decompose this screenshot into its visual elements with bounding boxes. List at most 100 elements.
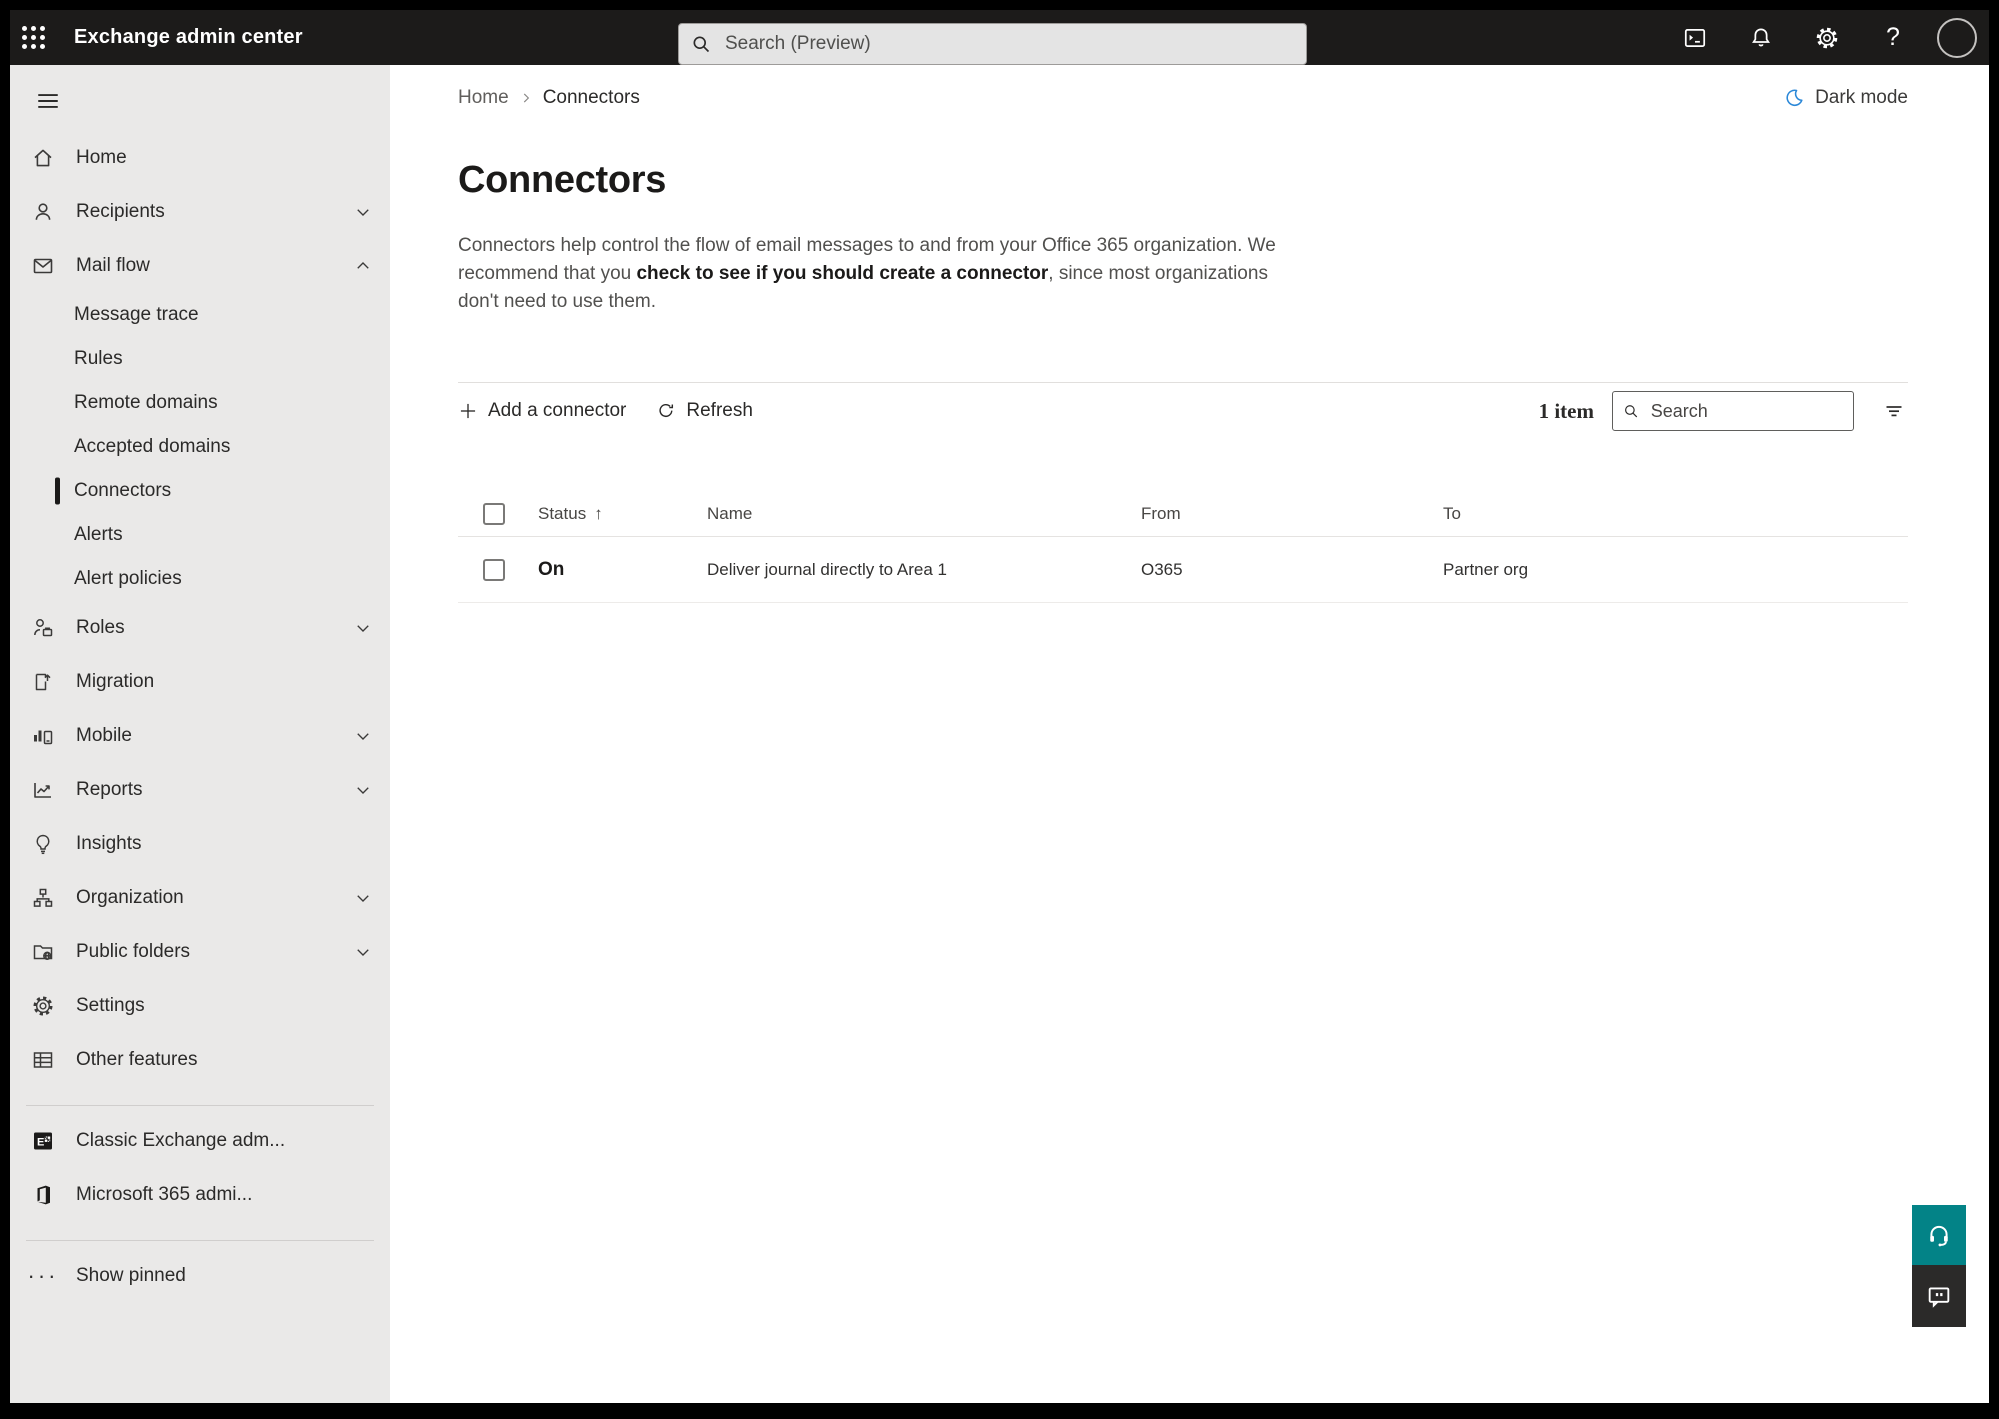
sidebar-item-mobile[interactable]: Mobile [10,709,390,763]
sidebar-item-public-folders[interactable]: Public folders [10,925,390,979]
chat-icon [1928,1287,1950,1308]
refresh-icon [659,403,674,417]
list-search-input[interactable] [1650,400,1843,422]
show-pinned-button[interactable]: ··· Show pinned [10,1249,390,1303]
sidebar-divider [26,1240,374,1241]
add-connector-button[interactable]: Add a connector [458,400,626,422]
terminal-icon [1684,28,1706,47]
row-to: Partner org [1443,559,1529,579]
dark-mode-toggle[interactable]: Dark mode [1783,87,1908,109]
breadcrumb-home-link[interactable]: Home [458,87,509,109]
bell-icon [1752,27,1770,46]
column-header-status[interactable]: Status [538,504,586,524]
row-checkbox[interactable] [483,558,505,581]
chevron-down-icon [354,889,372,907]
help-button[interactable]: ? [1871,16,1915,60]
breadcrumb-current: Connectors [542,87,640,108]
global-search-box[interactable] [678,23,1307,65]
sidebar-item-recipients[interactable]: Recipients [10,185,390,239]
mobile-icon [30,723,56,749]
ellipsis-icon: ··· [27,1263,59,1288]
app-launcher-button[interactable] [10,10,56,65]
row-from: O365 [1141,559,1183,579]
sidebar-item-classic-exchange[interactable]: E Classic Exchange adm... [10,1114,390,1168]
sidebar-item-reports[interactable]: Reports [10,763,390,817]
list-search-box[interactable] [1612,391,1854,431]
svg-text:E: E [37,1137,44,1149]
sidebar-item-home[interactable]: Home [10,131,390,185]
hamburger-icon [38,94,58,108]
roles-icon [30,615,56,641]
page-description: Connectors help control the flow of emai… [458,232,1303,316]
row-status: On [538,558,565,580]
migration-icon [30,669,56,695]
column-header-to[interactable]: To [1443,504,1908,524]
connectors-table: Status ↑ Name From To On Deliver journal… [458,491,1908,603]
sidebar-item-mail-flow[interactable]: Mail flow [10,239,390,293]
sidebar-item-organization[interactable]: Organization [10,871,390,925]
table-header-row: Status ↑ Name From To [458,491,1908,537]
filter-button[interactable] [1880,397,1908,425]
column-header-from[interactable]: From [1141,504,1443,524]
chevron-right-icon [519,91,533,105]
search-icon [693,36,710,53]
plus-icon [460,403,476,419]
global-search-input[interactable] [725,33,1294,55]
sidebar-subitem-alerts[interactable]: Alerts [10,513,390,557]
select-all-checkbox[interactable] [483,502,505,525]
org-chart-icon [30,885,56,911]
reports-icon [30,777,56,803]
sidebar-subitem-alert-policies[interactable]: Alert policies [10,557,390,601]
sidebar-item-insights[interactable]: Insights [10,817,390,871]
headset-icon [1930,1225,1948,1247]
list-toolbar: Add a connector Refresh 1 item [458,383,1908,439]
page-title: Connectors [458,159,667,201]
main-content: Home Connectors Dark mode Connectors Con… [390,65,1989,1403]
chevron-down-icon [354,619,372,637]
sidebar-subitem-connectors[interactable]: Connectors [10,469,390,513]
chevron-down-icon [354,203,372,221]
top-bar: Exchange admin center Search (Preview) ? [10,10,1989,65]
moon-icon [1786,89,1803,107]
sidebar-item-migration[interactable]: Migration [10,655,390,709]
nav-list: Home Recipients Mail flow Message trace … [10,131,390,1087]
refresh-button[interactable]: Refresh [656,400,753,422]
description-link[interactable]: check to see if you should create a conn… [636,263,1048,284]
exchange-logo-icon: E [30,1128,56,1154]
gear-icon [30,993,56,1019]
row-name: Deliver journal directly to Area 1 [707,559,948,579]
topbar-actions: ? [1673,10,1977,65]
sidebar-subitem-message-trace[interactable]: Message trace [10,293,390,337]
cloud-shell-button[interactable] [1673,16,1717,60]
chevron-up-icon [354,257,372,275]
search-icon [1625,405,1638,418]
lightbulb-icon [30,831,56,857]
sidebar-subitem-remote-domains[interactable]: Remote domains [10,381,390,425]
chevron-down-icon [354,781,372,799]
chevron-down-icon [354,727,372,745]
account-avatar[interactable] [1937,17,1977,58]
question-mark-icon: ? [1886,23,1900,51]
collapse-nav-button[interactable] [26,85,70,117]
sidebar-nav: Home Recipients Mail flow Message trace … [10,65,390,1403]
folder-globe-icon [30,939,56,965]
column-header-name[interactable]: Name [707,504,1141,524]
settings-button[interactable] [1805,16,1849,60]
notifications-button[interactable] [1739,16,1783,60]
sidebar-item-settings[interactable]: Settings [10,979,390,1033]
sidebar-item-roles[interactable]: Roles [10,601,390,655]
waffle-icon [21,26,45,49]
table-icon [30,1047,56,1073]
person-icon [30,199,56,225]
mail-icon [30,253,56,279]
support-button[interactable] [1912,1205,1966,1265]
feedback-button[interactable] [1912,1265,1966,1327]
sidebar-item-other-features[interactable]: Other features [10,1033,390,1087]
item-count: 1 item [1538,398,1594,423]
breadcrumb: Home Connectors [458,87,640,109]
sidebar-subitem-accepted-domains[interactable]: Accepted domains [10,425,390,469]
gear-icon [1816,27,1838,48]
sidebar-item-m365-admin[interactable]: Microsoft 365 admi... [10,1168,390,1222]
sidebar-subitem-rules[interactable]: Rules [10,337,390,381]
table-row[interactable]: On Deliver journal directly to Area 1 O3… [458,537,1908,603]
